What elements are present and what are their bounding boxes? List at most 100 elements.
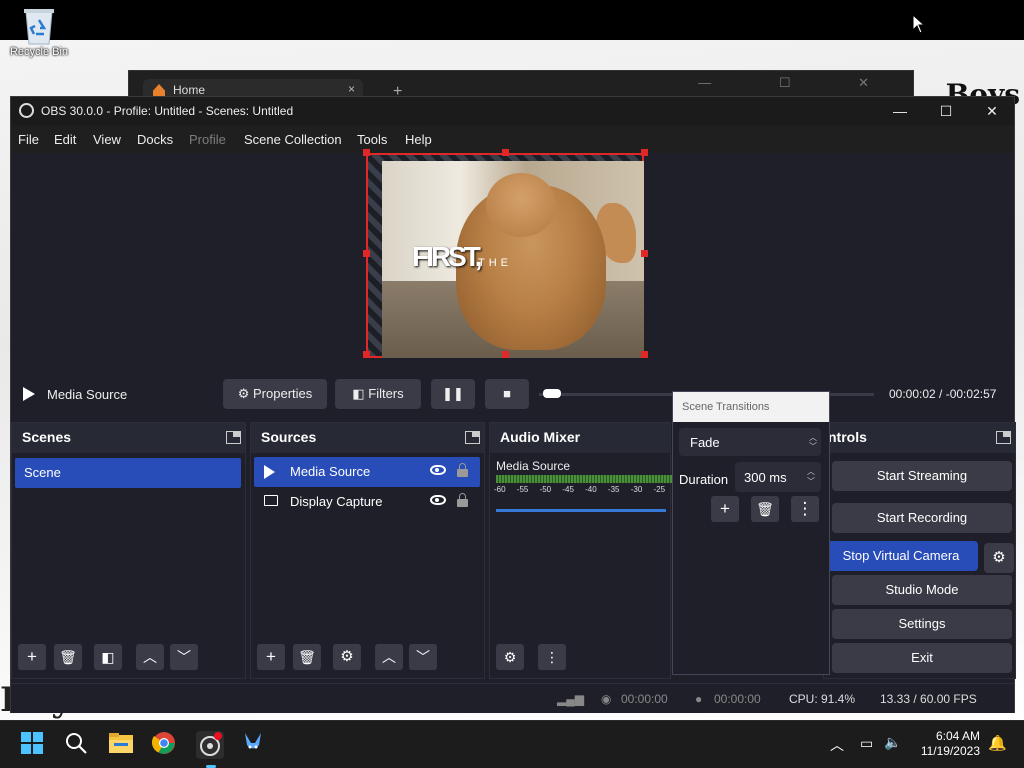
mixer-channel-name: Media Source	[496, 459, 571, 473]
resize-handle-r[interactable]	[641, 250, 648, 257]
remove-transition-button[interactable]: 🗑	[751, 496, 779, 522]
resize-handle-br[interactable]	[641, 351, 648, 358]
resize-handle-b[interactable]	[502, 351, 509, 358]
menu-docks[interactable]: Docks	[137, 132, 173, 147]
start-streaming-button[interactable]: Start Streaming	[832, 461, 1012, 491]
volume-icon[interactable]: 🔈	[884, 734, 901, 751]
windows-start-icon[interactable]	[20, 731, 48, 759]
gear-icon: ⚙	[237, 386, 254, 401]
record-status-icon: ●	[695, 692, 703, 706]
file-explorer-icon[interactable]	[108, 731, 136, 759]
scenes-header: Scenes	[12, 423, 245, 453]
lock-icon[interactable]	[457, 463, 468, 477]
app-rabbit-icon[interactable]	[240, 731, 268, 759]
gears-icon: ⚙	[503, 649, 517, 665]
clock-date: 11/19/2023	[920, 744, 980, 758]
source-properties-button[interactable]: ⚙	[333, 644, 361, 670]
add-source-button[interactable]: +	[257, 644, 285, 670]
transition-menu-button[interactable]: ⋮	[791, 496, 819, 522]
duration-input[interactable]: 300 ms ︿ ﹀	[735, 462, 821, 492]
mouse-cursor-icon	[912, 14, 926, 34]
maximize-button[interactable]: ☐	[923, 97, 969, 125]
clock[interactable]: 6:04 AM 11/19/2023	[921, 729, 980, 759]
recycle-bin-desktop-icon[interactable]: Recycle Bin	[6, 6, 72, 76]
resize-handle-t[interactable]	[502, 149, 509, 156]
filters-button[interactable]: ◧ Filters	[335, 379, 421, 409]
controls-title: ntrols	[828, 429, 867, 445]
studio-mode-button[interactable]: Studio Mode	[832, 575, 1012, 605]
scene-item[interactable]: Scene	[15, 458, 241, 488]
source-item-media[interactable]: Media Source	[254, 457, 480, 487]
menu-edit[interactable]: Edit	[54, 132, 76, 147]
filter-icon: ◧	[352, 386, 369, 401]
stop-virtual-camera-button[interactable]: Stop Virtual Camera	[824, 541, 978, 571]
add-transition-button[interactable]: +	[711, 496, 739, 522]
spinner-icon[interactable]: ︿ ﹀	[807, 467, 815, 487]
move-scene-up-button[interactable]: ︿	[136, 644, 164, 670]
preview-area[interactable]: FIRST, THE	[11, 149, 1014, 375]
background-window-controls[interactable]: — ☐ ✕	[698, 75, 901, 91]
add-scene-button[interactable]: +	[18, 644, 46, 670]
filter-icon: ◧	[101, 649, 115, 665]
mixer-menu-button[interactable]: ⋮	[538, 644, 566, 670]
preview-canvas[interactable]: FIRST, THE	[366, 153, 644, 358]
media-time: 00:00:02 / -00:02:57	[889, 387, 997, 401]
volume-slider[interactable]	[496, 509, 666, 512]
scene-filters-button[interactable]: ◧	[94, 644, 122, 670]
title-bar[interactable]: OBS 30.0.0 - Profile: Untitled - Scenes:…	[11, 97, 1014, 125]
eye-icon[interactable]	[430, 465, 446, 475]
close-button[interactable]: ✕	[969, 97, 1015, 125]
menu-scene-collection[interactable]: Scene Collection	[244, 132, 342, 147]
exit-button[interactable]: Exit	[832, 643, 1012, 673]
minimize-button[interactable]: —	[877, 97, 923, 125]
resize-handle-tl[interactable]	[363, 149, 370, 156]
seek-handle[interactable]	[543, 389, 561, 398]
recycle-bin-icon	[24, 9, 54, 45]
stop-button[interactable]: ■	[485, 379, 529, 409]
advanced-audio-button[interactable]: ⚙	[496, 644, 524, 670]
mixer-toolbar: ⚙ ⋮	[490, 638, 670, 678]
menu-tools[interactable]: Tools	[357, 132, 387, 147]
play-icon[interactable]	[23, 387, 35, 401]
chrome-icon[interactable]	[151, 731, 180, 759]
volume-scale: -60 -55 -50 -45 -40 -35 -30 -25	[494, 485, 666, 494]
chevron-up-icon[interactable]: ︿	[830, 735, 844, 755]
volume-meter	[496, 475, 672, 483]
network-icon[interactable]: ▭	[860, 735, 873, 752]
menu-view[interactable]: View	[93, 132, 121, 147]
properties-button[interactable]: ⚙ Properties	[223, 379, 327, 409]
move-source-up-button[interactable]: ︿	[375, 644, 403, 670]
lock-icon[interactable]	[457, 493, 468, 507]
undock-icon[interactable]	[996, 431, 1011, 444]
obs-icon[interactable]	[196, 731, 224, 759]
remove-source-button[interactable]: 🗑	[293, 644, 321, 670]
settings-button[interactable]: Settings	[832, 609, 1012, 639]
start-recording-button[interactable]: Start Recording	[832, 503, 1012, 533]
move-scene-down-button[interactable]: ﹀	[170, 644, 198, 670]
undock-icon[interactable]	[465, 431, 480, 444]
close-tab-icon[interactable]: ×	[348, 82, 355, 96]
obs-logo-icon	[19, 103, 34, 118]
scene-transitions-title[interactable]: Scene Transitions	[673, 392, 829, 422]
source-item-display[interactable]: Display Capture	[254, 487, 480, 517]
menu-help[interactable]: Help	[405, 132, 432, 147]
remove-scene-button[interactable]: 🗑	[54, 644, 82, 670]
resize-handle-bl[interactable]	[363, 351, 370, 358]
search-icon[interactable]	[64, 731, 92, 759]
undock-icon[interactable]	[226, 431, 241, 444]
video-caption: FIRST,	[412, 241, 483, 272]
virtual-camera-settings-button[interactable]: ⚙	[984, 543, 1014, 573]
menu-profile[interactable]: Profile	[189, 132, 226, 147]
more-vertical-icon: ⋮	[796, 499, 814, 518]
transition-value: Fade	[690, 435, 720, 450]
menu-file[interactable]: File	[18, 132, 39, 147]
resize-handle-tr[interactable]	[641, 149, 648, 156]
cpu-usage: CPU: 91.4%	[789, 692, 856, 706]
pause-button[interactable]: ❚❚	[431, 379, 475, 409]
eye-icon[interactable]	[430, 495, 446, 505]
video-caption-small: THE	[478, 257, 512, 269]
notification-bell-icon[interactable]: 🔔	[988, 734, 1007, 752]
resize-handle-l[interactable]	[363, 250, 370, 257]
move-source-down-button[interactable]: ﹀	[409, 644, 437, 670]
transition-select[interactable]: Fade ︿ ﹀	[679, 428, 821, 456]
